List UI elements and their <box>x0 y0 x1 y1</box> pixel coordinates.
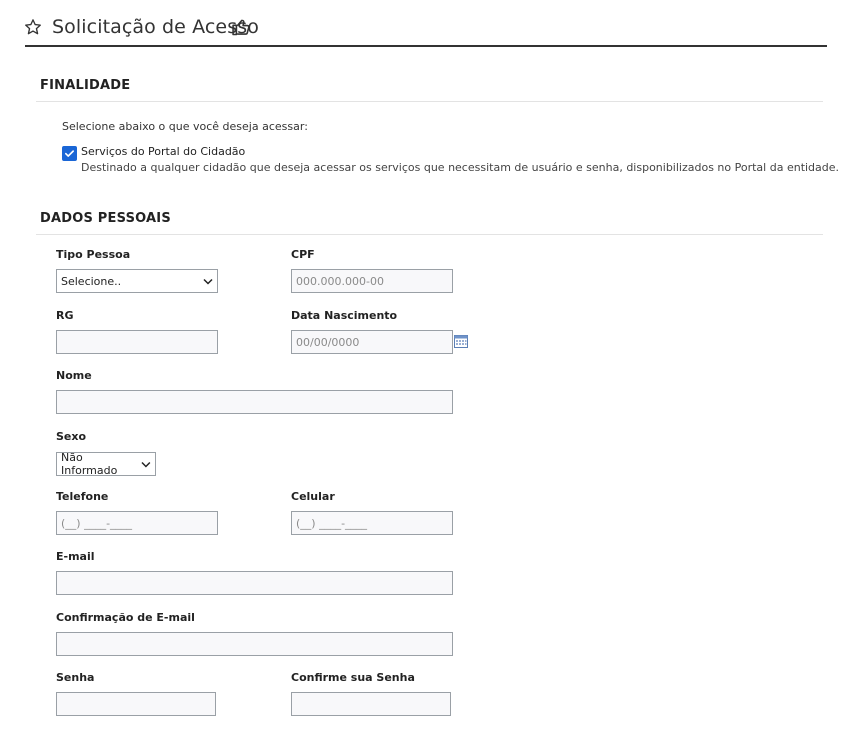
rg-label: RG <box>56 309 74 322</box>
instruction-text: Selecione abaixo o que você deseja acess… <box>62 120 308 133</box>
celular-label: Celular <box>291 490 335 503</box>
section-title-dados-pessoais: DADOS PESSOAIS <box>40 211 171 226</box>
chevron-down-icon <box>203 278 213 285</box>
sexo-select[interactable]: Não Informado <box>56 451 156 477</box>
rg-input[interactable] <box>56 330 218 354</box>
senha-input[interactable] <box>56 692 216 716</box>
star-icon[interactable] <box>24 18 42 36</box>
option-description: Destinado a qualquer cidadão que deseja … <box>81 161 840 174</box>
celular-input[interactable] <box>291 511 453 535</box>
data-nascimento-label: Data Nascimento <box>291 309 398 322</box>
nome-label: Nome <box>56 369 92 382</box>
tipo-pessoa-value: Selecione.. <box>61 274 122 288</box>
title-divider <box>25 45 827 47</box>
calendar-icon[interactable] <box>454 333 468 348</box>
telefone-label: Telefone <box>56 490 109 503</box>
email-confirm-input[interactable] <box>56 632 453 656</box>
checkbox-label[interactable]: Serviços do Portal do Cidadão <box>81 145 245 158</box>
telefone-input[interactable] <box>56 511 218 535</box>
section-divider <box>36 234 823 235</box>
sexo-value: Não Informado <box>61 451 118 477</box>
cpf-label: CPF <box>291 248 315 261</box>
senha-label: Senha <box>56 671 95 684</box>
cpf-input[interactable] <box>291 269 453 293</box>
senha-confirm-input[interactable] <box>291 692 451 716</box>
nome-input[interactable] <box>56 390 453 414</box>
data-nascimento-input[interactable] <box>291 330 453 354</box>
page-title: Solicitação de Acesso <box>52 16 259 38</box>
chevron-down-icon <box>141 461 151 468</box>
sexo-label: Sexo <box>56 430 87 443</box>
tipo-pessoa-select[interactable]: Selecione.. <box>56 269 218 293</box>
section-divider <box>36 101 823 102</box>
email-confirm-label: Confirmação de E-mail <box>56 611 195 624</box>
thumbs-up-icon[interactable] <box>231 17 251 37</box>
tipo-pessoa-label: Tipo Pessoa <box>56 248 131 261</box>
portal-cidadao-checkbox[interactable] <box>62 146 77 161</box>
email-label: E-mail <box>56 550 95 563</box>
section-title-finalidade: FINALIDADE <box>40 78 131 93</box>
email-input[interactable] <box>56 571 453 595</box>
senha-confirm-label: Confirme sua Senha <box>291 671 415 684</box>
